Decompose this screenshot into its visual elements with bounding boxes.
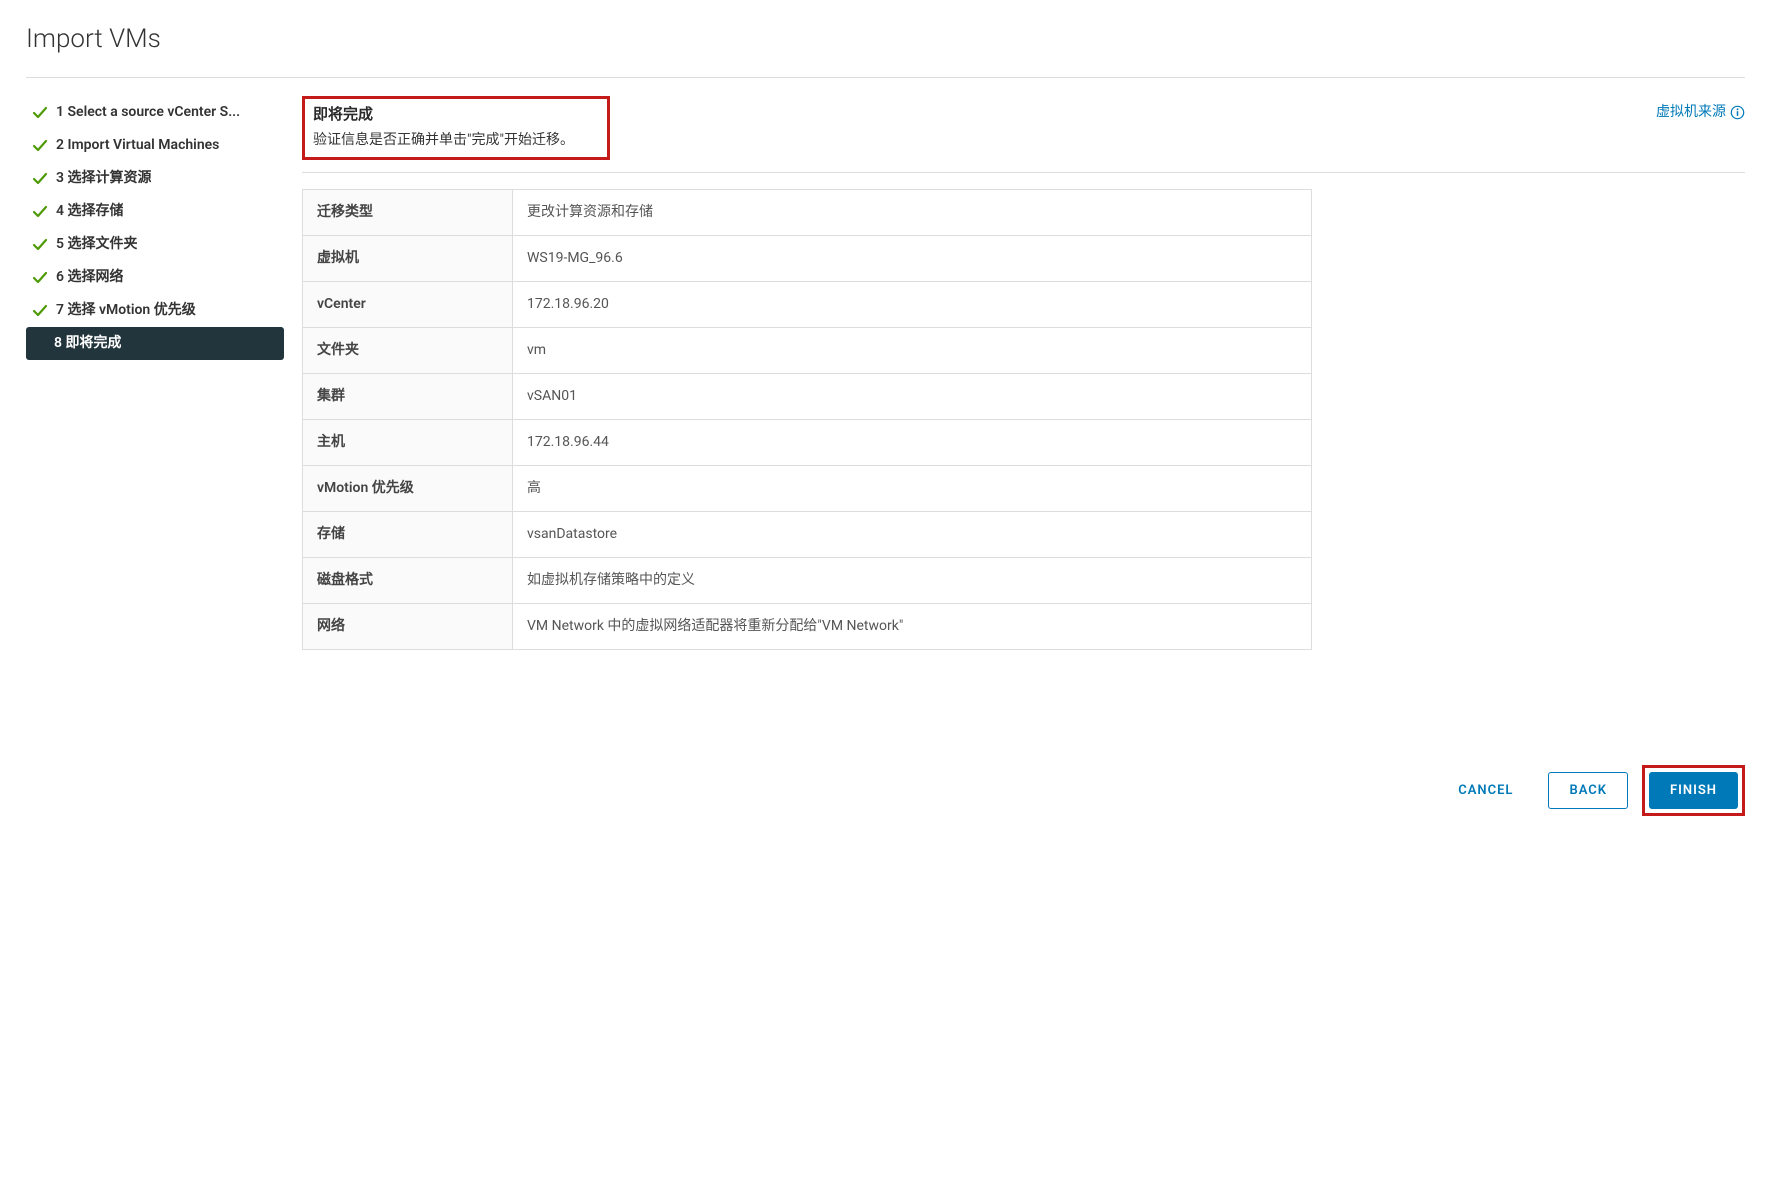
- page-title: Import VMs: [26, 20, 1745, 59]
- wizard-step-8[interactable]: 8 即将完成: [26, 327, 284, 360]
- check-icon: [30, 237, 50, 253]
- wizard-dialog: Import VMs 1 Select a source vCenter S..…: [0, 0, 1771, 836]
- table-row: 迁移类型更改计算资源和存储: [303, 189, 1312, 235]
- check-icon: [30, 105, 50, 121]
- summary-value: 172.18.96.20: [513, 281, 1312, 327]
- step-label: 6 选择网络: [56, 267, 123, 288]
- summary-value: WS19-MG_96.6: [513, 235, 1312, 281]
- vm-source-link-label: 虚拟机来源: [1656, 102, 1726, 123]
- table-row: 虚拟机WS19-MG_96.6: [303, 235, 1312, 281]
- main-header: 即将完成 验证信息是否正确并单击"完成"开始迁移。 虚拟机来源: [302, 96, 1745, 173]
- highlight-box-header: 即将完成 验证信息是否正确并单击"完成"开始迁移。: [302, 96, 610, 160]
- summary-key: 迁移类型: [303, 189, 513, 235]
- table-row: 集群vSAN01: [303, 373, 1312, 419]
- summary-key: 虚拟机: [303, 235, 513, 281]
- summary-value: vsanDatastore: [513, 511, 1312, 557]
- highlight-box-finish: FINISH: [1642, 765, 1745, 816]
- summary-value: vSAN01: [513, 373, 1312, 419]
- check-icon: [30, 270, 50, 286]
- wizard-step-3[interactable]: 3 选择计算资源: [26, 162, 284, 195]
- summary-key: 主机: [303, 419, 513, 465]
- wizard-steps-list: 1 Select a source vCenter S... 2 Import …: [26, 96, 284, 816]
- divider: [26, 77, 1745, 78]
- table-row: 网络VM Network 中的虚拟网络适配器将重新分配给"VM Network": [303, 603, 1312, 649]
- summary-key: 磁盘格式: [303, 557, 513, 603]
- check-icon: [30, 171, 50, 187]
- section-subtitle: 验证信息是否正确并单击"完成"开始迁移。: [313, 130, 597, 151]
- check-icon: [30, 303, 50, 319]
- table-row: 磁盘格式如虚拟机存储策略中的定义: [303, 557, 1312, 603]
- wizard-step-1[interactable]: 1 Select a source vCenter S...: [26, 96, 284, 129]
- wizard-step-4[interactable]: 4 选择存储: [26, 195, 284, 228]
- summary-key: 文件夹: [303, 327, 513, 373]
- summary-key: 存储: [303, 511, 513, 557]
- summary-key: 网络: [303, 603, 513, 649]
- finish-button[interactable]: FINISH: [1649, 772, 1738, 809]
- table-row: vMotion 优先级高: [303, 465, 1312, 511]
- step-label: 1 Select a source vCenter S...: [56, 102, 240, 123]
- main-panel: 即将完成 验证信息是否正确并单击"完成"开始迁移。 虚拟机来源 迁移类型更改计算…: [302, 96, 1745, 816]
- step-label: 4 选择存储: [56, 201, 123, 222]
- section-title: 即将完成: [313, 103, 597, 126]
- step-label: 5 选择文件夹: [56, 234, 137, 255]
- table-row: 存储vsanDatastore: [303, 511, 1312, 557]
- table-row: 主机172.18.96.44: [303, 419, 1312, 465]
- step-label: 3 选择计算资源: [56, 168, 151, 189]
- summary-key: vMotion 优先级: [303, 465, 513, 511]
- summary-value: VM Network 中的虚拟网络适配器将重新分配给"VM Network": [513, 603, 1312, 649]
- summary-value: 172.18.96.44: [513, 419, 1312, 465]
- summary-value: 如虚拟机存储策略中的定义: [513, 557, 1312, 603]
- footer-actions: CANCEL BACK FINISH: [302, 749, 1745, 816]
- table-row: vCenter172.18.96.20: [303, 281, 1312, 327]
- summary-value: vm: [513, 327, 1312, 373]
- vm-source-link[interactable]: 虚拟机来源: [1656, 102, 1745, 123]
- step-label: 8 即将完成: [54, 333, 121, 354]
- summary-table: 迁移类型更改计算资源和存储 虚拟机WS19-MG_96.6 vCenter172…: [302, 189, 1312, 650]
- table-row: 文件夹vm: [303, 327, 1312, 373]
- summary-value: 更改计算资源和存储: [513, 189, 1312, 235]
- summary-key: vCenter: [303, 281, 513, 327]
- back-button[interactable]: BACK: [1548, 772, 1628, 809]
- wizard-step-7[interactable]: 7 选择 vMotion 优先级: [26, 294, 284, 327]
- step-label: 7 选择 vMotion 优先级: [56, 300, 196, 321]
- summary-key: 集群: [303, 373, 513, 419]
- check-icon: [30, 138, 50, 154]
- wizard-step-2[interactable]: 2 Import Virtual Machines: [26, 129, 284, 162]
- cancel-button[interactable]: CANCEL: [1437, 772, 1534, 809]
- info-icon: [1730, 105, 1745, 120]
- content-area: 1 Select a source vCenter S... 2 Import …: [26, 96, 1745, 816]
- wizard-step-5[interactable]: 5 选择文件夹: [26, 228, 284, 261]
- summary-value: 高: [513, 465, 1312, 511]
- wizard-step-6[interactable]: 6 选择网络: [26, 261, 284, 294]
- check-icon: [30, 204, 50, 220]
- step-label: 2 Import Virtual Machines: [56, 135, 219, 156]
